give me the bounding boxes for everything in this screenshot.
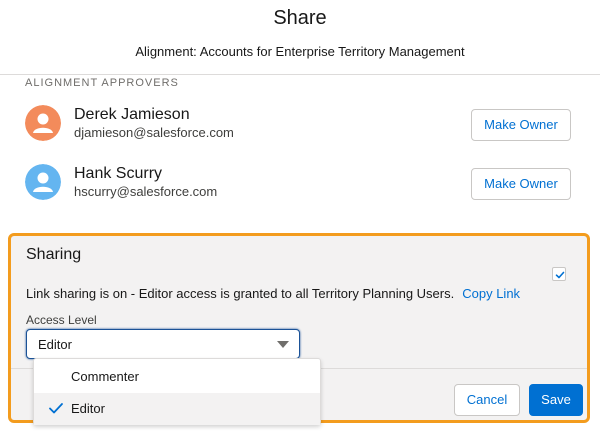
modal-subtitle: Alignment: Accounts for Enterprise Terri… xyxy=(135,44,465,59)
modal-header: Share Alignment: Accounts for Enterprise… xyxy=(0,0,600,75)
user-icon xyxy=(25,105,61,141)
link-sharing-status: Link sharing is on - Editor access is gr… xyxy=(26,286,455,301)
dropdown-option-commenter[interactable]: Commenter xyxy=(34,361,320,393)
checkmark-icon xyxy=(49,403,63,414)
approver-row: Derek Jamieson djamieson@salesforce.com … xyxy=(0,96,600,156)
check-icon xyxy=(555,271,565,279)
access-level-value: Editor xyxy=(38,337,72,352)
dropdown-option-label: Editor xyxy=(71,401,105,416)
avatar xyxy=(25,164,61,200)
access-level-label: Access Level xyxy=(26,313,97,327)
access-level-dropdown: Commenter Editor xyxy=(33,358,321,425)
approvers-section-label: ALIGNMENT APPROVERS xyxy=(25,77,179,89)
approver-name: Hank Scurry xyxy=(74,165,163,182)
approver-email: hscurry@salesforce.com xyxy=(74,184,218,199)
dropdown-option-label: Commenter xyxy=(71,369,139,384)
approver-row: Hank Scurry hscurry@salesforce.com Make … xyxy=(0,154,600,214)
access-level-select[interactable]: Editor xyxy=(26,329,300,359)
sharing-title: Sharing xyxy=(26,246,82,263)
avatar xyxy=(25,105,61,141)
share-modal: Share Alignment: Accounts for Enterprise… xyxy=(0,0,600,433)
copy-link[interactable]: Copy Link xyxy=(462,286,520,301)
link-sharing-checkbox[interactable] xyxy=(552,267,566,281)
link-sharing-text: Link sharing is on - Editor access is gr… xyxy=(26,286,520,301)
make-owner-button[interactable]: Make Owner xyxy=(471,109,571,141)
approver-email: djamieson@salesforce.com xyxy=(74,125,234,140)
cancel-button[interactable]: Cancel xyxy=(454,384,520,416)
make-owner-button[interactable]: Make Owner xyxy=(471,168,571,200)
dropdown-option-editor[interactable]: Editor xyxy=(34,393,320,425)
user-icon xyxy=(25,164,61,200)
modal-title: Share xyxy=(273,7,327,29)
approver-name: Derek Jamieson xyxy=(74,106,190,123)
save-button[interactable]: Save xyxy=(529,384,583,416)
chevron-down-icon xyxy=(277,341,289,348)
